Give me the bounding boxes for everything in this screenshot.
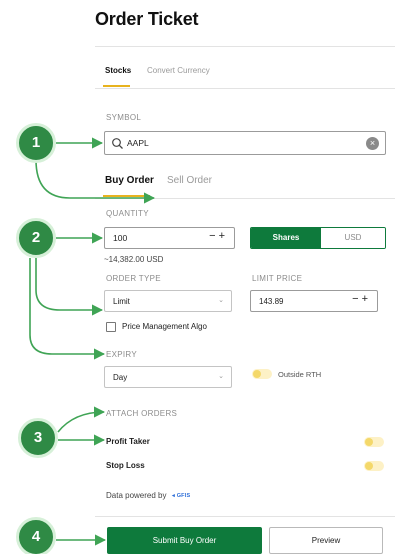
quantity-input[interactable]: 100 −+ — [104, 227, 235, 249]
arrow-2-expiry — [29, 258, 106, 360]
expiry-value: Day — [113, 373, 128, 382]
outside-rth-label: Outside RTH — [278, 370, 322, 379]
submit-buy-order-button[interactable]: Submit Buy Order — [107, 527, 262, 554]
order-tab-active-indicator — [103, 195, 150, 197]
arrow-2-order-type — [35, 258, 104, 316]
step-2-badge: 2 — [16, 218, 56, 258]
clear-icon[interactable]: × — [366, 137, 379, 150]
unit-option-shares[interactable]: Shares — [251, 228, 321, 248]
data-provider-logo: ◂ GFIS — [172, 493, 191, 499]
expiry-select[interactable]: Day ⌄ — [104, 366, 232, 388]
toggle-knob — [365, 438, 373, 446]
limit-price-label: LIMIT PRICE — [252, 274, 303, 283]
toggle-knob — [365, 462, 373, 470]
profit-taker-label: Profit Taker — [106, 437, 150, 446]
data-powered-by-label: Data powered by — [106, 491, 167, 500]
page-title: Order Ticket — [95, 9, 199, 29]
search-icon — [112, 138, 123, 149]
limit-price-value: 143.89 — [259, 297, 284, 306]
step-4-badge: 4 — [16, 517, 56, 554]
quantity-stepper[interactable]: −+ — [209, 230, 228, 242]
symbol-value: AAPL — [127, 138, 149, 148]
toggle-knob — [253, 370, 261, 378]
quantity-usd-estimate: ~14,382.00 USD — [104, 255, 164, 264]
outside-rth-toggle[interactable] — [252, 369, 272, 379]
preview-button[interactable]: Preview — [269, 527, 383, 554]
order-type-select[interactable]: Limit ⌄ — [104, 290, 232, 312]
quantity-unit-toggle: Shares USD — [250, 227, 386, 249]
stop-loss-label: Stop Loss — [106, 461, 145, 470]
tab-buy-order[interactable]: Buy Order — [105, 175, 154, 186]
symbol-search-input[interactable]: AAPL × — [104, 131, 386, 155]
tab-sell-order[interactable]: Sell Order — [167, 175, 212, 186]
order-type-value: Limit — [113, 297, 130, 306]
footer-divider — [95, 516, 395, 517]
tab-convert-currency[interactable]: Convert Currency — [147, 66, 210, 75]
quantity-value: 100 — [113, 233, 128, 243]
top-tab-bar: Stocks Convert Currency — [95, 46, 395, 89]
limit-price-input[interactable]: 143.89 −+ — [250, 290, 378, 312]
expiry-label: EXPIRY — [106, 350, 137, 359]
price-management-checkbox[interactable] — [106, 322, 116, 332]
attach-orders-label: ATTACH ORDERS — [106, 409, 178, 418]
chevron-down-icon: ⌄ — [218, 297, 224, 304]
step-3-badge: 3 — [18, 418, 58, 458]
order-type-label: ORDER TYPE — [106, 274, 161, 283]
symbol-label: SYMBOL — [106, 113, 142, 122]
order-side-tabs: Buy Order Sell Order — [95, 168, 395, 199]
tab-active-indicator — [103, 85, 130, 87]
unit-option-usd[interactable]: USD — [321, 228, 385, 248]
step-1-badge: 1 — [16, 123, 56, 163]
price-management-label: Price Management Algo — [122, 322, 207, 331]
chevron-down-icon: ⌄ — [218, 373, 224, 380]
limit-price-stepper[interactable]: −+ — [352, 293, 371, 305]
quantity-label: QUANTITY — [106, 209, 149, 218]
profit-taker-toggle[interactable] — [364, 437, 384, 447]
stop-loss-toggle[interactable] — [364, 461, 384, 471]
arrow-3-attach-orders — [57, 406, 106, 433]
tab-stocks[interactable]: Stocks — [105, 66, 131, 75]
